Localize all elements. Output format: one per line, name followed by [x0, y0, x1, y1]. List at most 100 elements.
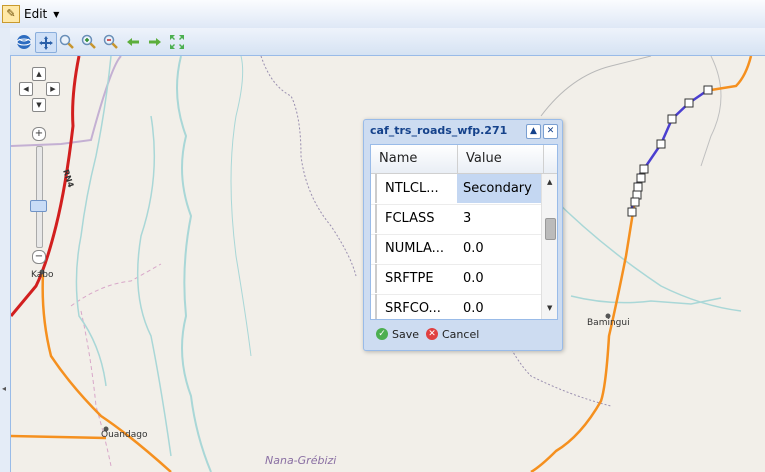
left-panel-collapsed[interactable]: ◂: [0, 28, 11, 472]
popup-collapse-button[interactable]: ▲: [526, 124, 541, 139]
scroll-up-icon[interactable]: ▲: [547, 178, 552, 186]
admin-boundary: [70, 263, 162, 307]
arrow-up-icon: ▲: [36, 70, 42, 78]
vertex-handle[interactable]: [636, 173, 646, 183]
attribute-row[interactable]: SRFCO... 0.0: [371, 294, 543, 319]
cancel-button[interactable]: ✕ Cancel: [426, 325, 479, 343]
attribute-row[interactable]: NUMLA... 0.0: [371, 234, 541, 265]
next-extent-icon: [149, 37, 161, 46]
admin-boundary: [80, 310, 112, 467]
river: [176, 56, 212, 472]
scrollbar-thumb[interactable]: [545, 218, 556, 240]
attribute-value[interactable]: 0.0: [457, 234, 543, 263]
pan-down-button[interactable]: ▼: [32, 98, 46, 112]
river: [540, 56, 652, 117]
admin-boundary: [11, 56, 122, 147]
attribute-row[interactable]: SRFTPE 0.0: [371, 264, 541, 295]
river: [230, 56, 252, 357]
river: [136, 115, 172, 457]
globe-button[interactable]: [14, 32, 34, 51]
pencil-icon: ✎: [2, 5, 20, 23]
town-label-kabo: Kabo: [31, 270, 54, 280]
vertex-handle[interactable]: [684, 98, 694, 108]
edit-menu-label: Edit: [24, 7, 48, 21]
zoom-slider-track[interactable]: [36, 146, 43, 248]
vertex-handle[interactable]: [667, 114, 677, 124]
popup-title: caf_trs_roads_wfp.271: [370, 124, 508, 137]
vertex-handle[interactable]: [656, 139, 666, 149]
vertex-handle[interactable]: [639, 164, 649, 174]
pan-right-button[interactable]: ▶: [46, 82, 60, 96]
selected-road-vertices[interactable]: [627, 85, 713, 217]
pan-button[interactable]: [35, 32, 57, 53]
chevron-down-icon: ▼: [53, 9, 60, 19]
attribute-name: SRFCO...: [375, 294, 463, 319]
previous-extent-icon: [127, 37, 139, 46]
cancel-label: Cancel: [442, 327, 480, 341]
town-label-bamingui: Bamingui: [587, 318, 630, 328]
river: [550, 195, 742, 312]
zoom-in-button[interactable]: [79, 32, 99, 51]
close-icon: ✕: [546, 126, 555, 136]
grid-header: Name Value: [371, 145, 557, 174]
edit-menu-button[interactable]: ✎ Edit ▼: [2, 4, 59, 24]
arrow-right-icon: ▶: [50, 85, 56, 93]
map-toolbar: [10, 28, 765, 56]
pan-left-button[interactable]: ◀: [19, 82, 33, 96]
next-extent-button[interactable]: [145, 32, 165, 51]
vertex-handle[interactable]: [627, 207, 637, 217]
attribute-name: SRFTPE: [375, 264, 463, 293]
zoom-out-map-button[interactable]: −: [32, 250, 46, 264]
zoom-in-icon: [81, 34, 96, 49]
attribute-row[interactable]: NTLCL... Secondary: [371, 174, 543, 205]
arrow-left-icon: ◀: [23, 85, 29, 93]
globe-icon: [16, 34, 32, 49]
zoom-in-map-button[interactable]: +: [32, 127, 46, 141]
pan-up-button[interactable]: ▲: [32, 67, 46, 81]
full-extent-button[interactable]: [167, 32, 187, 51]
column-header-value[interactable]: Value: [458, 145, 544, 173]
attribute-value[interactable]: 0.0: [457, 264, 543, 293]
admin-boundary: [260, 56, 357, 277]
pan-icon: [39, 35, 53, 50]
feature-attribute-popup: caf_trs_roads_wfp.271 ▲ ✕ Name Value NTL…: [363, 119, 563, 351]
expand-panel-icon[interactable]: ◂: [2, 384, 6, 393]
region-label: Nana-Grébizi: [265, 454, 337, 467]
menu-bar: ✎ Edit ▼: [0, 0, 765, 29]
grid-scrollbar[interactable]: ▲ ▼: [541, 174, 557, 319]
vertex-handle[interactable]: [630, 197, 640, 207]
attribute-value[interactable]: Secondary: [457, 174, 543, 203]
selected-road[interactable]: [629, 88, 709, 213]
attribute-value[interactable]: 0.0: [457, 294, 543, 319]
zoom-out-icon: [103, 34, 118, 49]
arrow-down-icon: ▼: [36, 101, 42, 109]
save-button[interactable]: ✓ Save: [376, 325, 419, 343]
attribute-name: NTLCL...: [375, 174, 463, 203]
attribute-value[interactable]: 3: [457, 204, 543, 233]
zoom-box-icon: [59, 34, 74, 49]
town-label-ouandago: Ouandago: [101, 430, 148, 440]
scroll-down-icon[interactable]: ▼: [547, 304, 552, 312]
collapse-icon: ▲: [530, 126, 537, 136]
attribute-row[interactable]: FCLASS 3: [371, 204, 541, 235]
vertex-handle[interactable]: [703, 85, 713, 95]
river: [700, 56, 722, 167]
zoom-box-button[interactable]: [57, 32, 77, 51]
full-extent-icon: [170, 34, 184, 49]
secondary-road: [11, 434, 107, 440]
secondary-road: [710, 56, 753, 92]
minus-icon: −: [34, 251, 44, 262]
popup-close-button[interactable]: ✕: [543, 124, 558, 139]
zoom-slider-thumb[interactable]: [30, 200, 47, 212]
attribute-grid: Name Value NTLCL... Secondary FCLASS 3 N…: [370, 144, 558, 320]
attribute-name: NUMLA...: [375, 234, 463, 263]
river: [570, 295, 722, 305]
zoom-out-button[interactable]: [101, 32, 121, 51]
secondary-road: [41, 273, 172, 472]
column-header-name[interactable]: Name: [371, 145, 458, 173]
attribute-name: FCLASS: [375, 204, 463, 233]
checkmark-icon: ✓: [376, 328, 388, 340]
vertex-handle[interactable]: [633, 182, 643, 192]
save-label: Save: [392, 327, 420, 341]
previous-extent-button[interactable]: [123, 32, 143, 51]
